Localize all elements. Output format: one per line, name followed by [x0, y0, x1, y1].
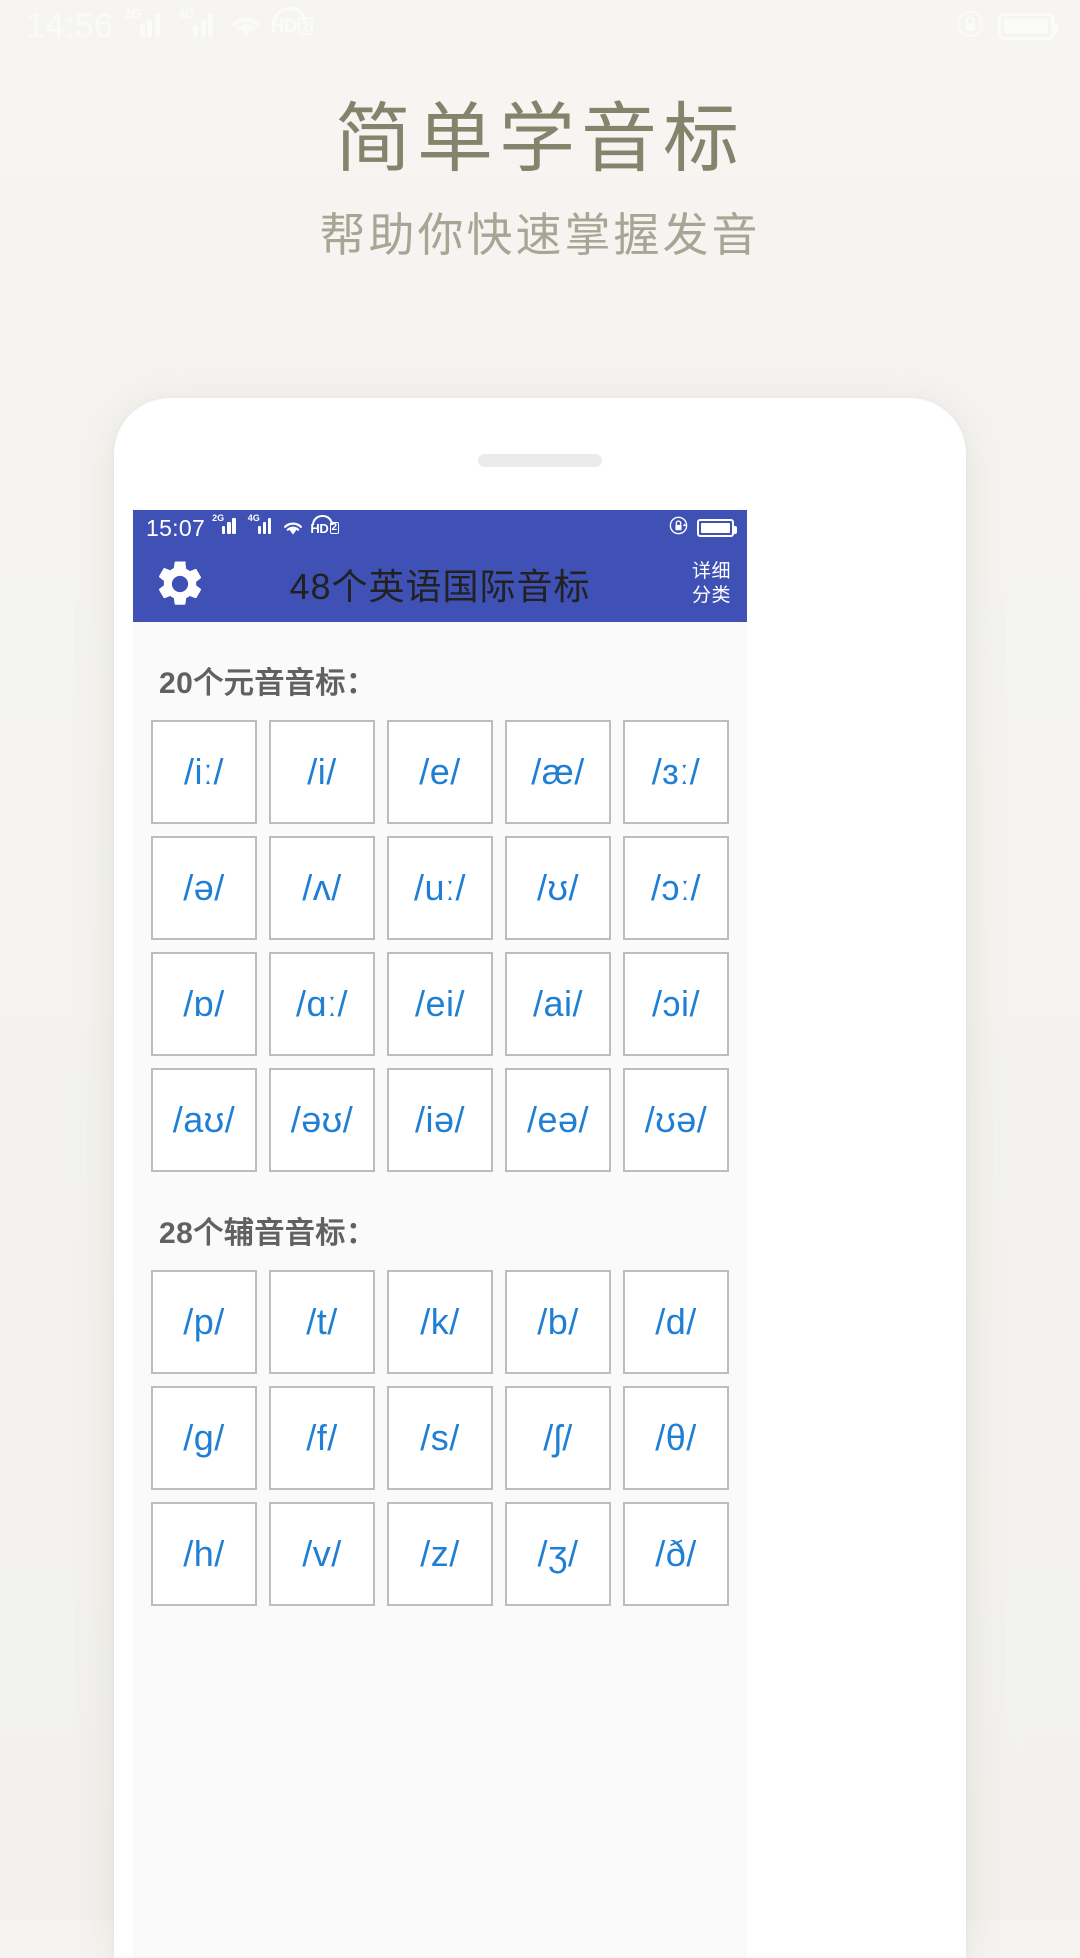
phonetic-tile[interactable]: /ɑː/ [269, 952, 375, 1056]
phone-screen: 15:07 2G 4G HD 2 48个英语国际音标 详细 分类 20个元音音标… [133, 510, 747, 1958]
app-status-bar-clock: 15:07 [146, 514, 206, 541]
app-wifi-icon [283, 520, 303, 536]
phonetic-tile[interactable]: /ə/ [151, 836, 257, 940]
detail-category-line-1: 详细 [691, 560, 731, 582]
phonetic-tile[interactable]: /uː/ [387, 836, 493, 940]
phonetic-tile[interactable]: /iə/ [387, 1068, 493, 1172]
phonetic-tile[interactable]: /ʃ/ [505, 1386, 611, 1490]
rotation-lock-icon [956, 10, 984, 43]
vowel-section-header: 20个元音音标： [159, 667, 377, 700]
signal-4g-icon: 4G [177, 7, 221, 42]
phonetic-tile[interactable]: /ʌ/ [269, 836, 375, 940]
detail-category-button[interactable]: 详细 分类 [692, 560, 731, 609]
vowel-section: 20个元音音标： /iː/ /i/ /e/ /æ/ /ɜː/ /ə/ /ʌ/ /… [133, 622, 747, 1172]
consonant-section: 28个辅音音标： /p/ /t/ /k/ /b/ /d/ /g/ /f/ /s/… [133, 1172, 747, 1606]
phonetic-tile[interactable]: /g/ [151, 1386, 257, 1490]
wifi-icon [231, 14, 261, 38]
status-bar-right-group [956, 10, 1058, 43]
phonetic-tile[interactable]: /e/ [387, 720, 493, 824]
phonetic-tile[interactable]: /k/ [387, 1270, 493, 1374]
app-signal-4g-icon: 4G [248, 514, 277, 539]
promo-subtitle: 帮助你快速掌握发音 [319, 209, 761, 261]
consonant-tile-grid: /p/ /t/ /k/ /b/ /d/ /g/ /f/ /s/ /ʃ/ /θ/ … [147, 1270, 733, 1606]
phonetic-tile[interactable]: /v/ [269, 1502, 375, 1606]
phonetic-tile[interactable]: /z/ [387, 1502, 493, 1606]
settings-button[interactable] [151, 555, 209, 613]
speaker-grille-icon [478, 454, 602, 467]
phonetic-tile[interactable]: /eə/ [505, 1068, 611, 1172]
app-battery-icon [697, 519, 737, 537]
phonetic-tile[interactable]: /ʊə/ [623, 1068, 729, 1172]
phonetic-tile[interactable]: /p/ [151, 1270, 257, 1374]
phonetic-tile[interactable]: /f/ [269, 1386, 375, 1490]
phonetic-tile[interactable]: /d/ [623, 1270, 729, 1374]
phonetic-tile[interactable]: /aʊ/ [151, 1068, 257, 1172]
phonetic-tile[interactable]: /ʒ/ [505, 1502, 611, 1606]
device-status-bar: 14:56 2G 4G HD 2 [0, 0, 1080, 52]
app-toolbar: 48个英语国际音标 详细 分类 [133, 546, 747, 622]
detail-category-line-2: 分类 [691, 585, 731, 606]
phonetic-tile[interactable]: /ɒ/ [151, 952, 257, 1056]
app-content: 20个元音音标： /iː/ /i/ /e/ /æ/ /ɜː/ /ə/ /ʌ/ /… [133, 622, 747, 1958]
phonetic-tile[interactable]: /i/ [269, 720, 375, 824]
phonetic-tile[interactable]: /æ/ [505, 720, 611, 824]
app-title: 48个英语国际音标 [289, 566, 591, 607]
phonetic-tile[interactable]: /iː/ [151, 720, 257, 824]
signal-2g-icon: 2G [124, 7, 168, 42]
app-signal-2g-icon: 2G [212, 514, 241, 539]
gear-icon [153, 557, 207, 611]
app-rotation-lock-icon [669, 516, 688, 540]
phonetic-tile[interactable]: /əʊ/ [269, 1068, 375, 1172]
phonetic-tile[interactable]: /ai/ [505, 952, 611, 1056]
vowel-tile-grid: /iː/ /i/ /e/ /æ/ /ɜː/ /ə/ /ʌ/ /uː/ /ʊ/ /… [147, 720, 733, 1172]
app-status-bar: 15:07 2G 4G HD 2 [133, 510, 747, 546]
status-bar-clock: 14:56 [26, 7, 114, 45]
phone-mockup: 15:07 2G 4G HD 2 48个英语国际音标 详细 分类 20个元音音标… [114, 398, 966, 1958]
promo-title: 简单学音标 [335, 97, 745, 182]
phonetic-tile[interactable]: /b/ [505, 1270, 611, 1374]
phonetic-tile[interactable]: /ɔː/ [623, 836, 729, 940]
app-hd-voice-icon: HD 2 [310, 514, 339, 535]
status-bar-left-group: 14:56 2G 4G HD 2 [26, 6, 314, 45]
phonetic-tile[interactable]: /θ/ [623, 1386, 729, 1490]
hd-voice-icon: HD 2 [271, 6, 314, 36]
phonetic-tile[interactable]: /ð/ [623, 1502, 729, 1606]
phonetic-tile[interactable]: /ei/ [387, 952, 493, 1056]
phonetic-tile[interactable]: /ɜː/ [623, 720, 729, 824]
phonetic-tile[interactable]: /t/ [269, 1270, 375, 1374]
app-status-bar-right-group [669, 516, 737, 540]
phonetic-tile[interactable]: /ɔi/ [623, 952, 729, 1056]
phonetic-tile[interactable]: /s/ [387, 1386, 493, 1490]
battery-icon [998, 12, 1058, 40]
phonetic-tile[interactable]: /h/ [151, 1502, 257, 1606]
app-status-bar-left-group: 15:07 2G 4G HD 2 [146, 514, 339, 541]
consonant-section-header: 28个辅音音标： [159, 1217, 377, 1250]
phonetic-tile[interactable]: /ʊ/ [505, 836, 611, 940]
